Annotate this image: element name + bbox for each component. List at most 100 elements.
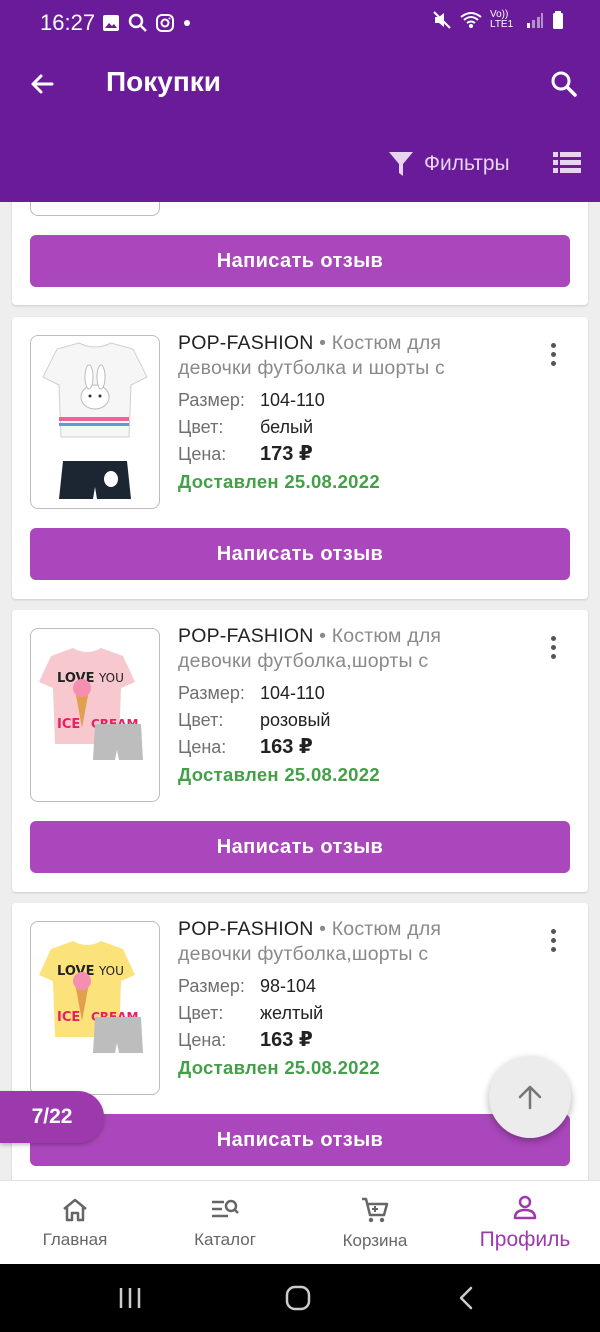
price-value: 163 ₽: [260, 736, 313, 758]
price-label: Цена:: [178, 444, 227, 464]
purchase-card: LOVE YOU ICE CREAM POP-FASHION • Костюм …: [12, 903, 588, 1180]
size-row: Размер: 98-104: [178, 973, 508, 999]
catalog-search-icon: [212, 1199, 239, 1218]
write-review-button[interactable]: Написать отзыв: [30, 1114, 570, 1166]
back-system-button[interactable]: [448, 1282, 484, 1314]
nav-item-cart[interactable]: Корзина: [300, 1181, 450, 1265]
system-navigation-bar: [0, 1264, 600, 1332]
status-bar: 16:27 Vo)) LTE1: [0, 0, 600, 44]
view-toggle-button[interactable]: [552, 148, 582, 178]
more-options-button[interactable]: [538, 925, 568, 955]
search-button[interactable]: [546, 66, 582, 102]
size-row: Размер: 104-110: [178, 680, 508, 706]
price-row: Цена: 173 ₽: [178, 441, 508, 467]
dot-icon: [184, 20, 190, 26]
wifi-icon: [460, 12, 482, 28]
product-title[interactable]: POP-FASHION • Костюм для девочки футболк…: [178, 624, 508, 674]
price-row: Цена: 163 ₽: [178, 734, 508, 760]
purchase-card: POP-FASHION • Костюм для девочки футболк…: [12, 317, 588, 599]
more-vert-icon: [550, 342, 556, 348]
product-brand: POP-FASHION: [178, 332, 314, 354]
color-row: Цвет: желтый: [178, 1000, 508, 1026]
more-options-button[interactable]: [538, 339, 568, 369]
write-review-button[interactable]: Написать отзыв: [30, 528, 570, 580]
more-vert-icon: [550, 928, 556, 934]
product-image[interactable]: LOVE YOU ICE CREAM: [30, 921, 160, 1095]
recents-button[interactable]: [112, 1282, 148, 1314]
price-row: Цена: 163 ₽: [178, 1027, 508, 1053]
purchase-card-partial: Написать отзыв: [12, 202, 588, 305]
back-button[interactable]: [22, 64, 62, 104]
color-row: Цвет: белый: [178, 414, 508, 440]
product-title[interactable]: POP-FASHION • Костюм для девочки футболк…: [178, 917, 508, 967]
list-view-icon: [553, 152, 581, 173]
product-brand: POP-FASHION: [178, 918, 314, 940]
status-time: 16:27: [40, 10, 96, 35]
price-label: Цена:: [178, 737, 227, 757]
home-system-button[interactable]: [280, 1282, 316, 1314]
tshirt-pink-image: LOVE YOU ICE CREAM: [39, 648, 143, 760]
instagram-icon: [156, 14, 174, 32]
size-label: Размер:: [178, 683, 245, 703]
purchases-list[interactable]: Написать отзыв POP-FASHION • Костюм для …: [0, 202, 600, 1180]
tshirt-yellow-image: LOVE YOU ICE CREAM: [39, 941, 143, 1053]
product-info: POP-FASHION • Костюм для девочки футболк…: [178, 624, 508, 786]
product-thumbnail: [30, 202, 160, 216]
battery-icon: [553, 11, 563, 29]
write-review-button[interactable]: Написать отзыв: [30, 821, 570, 873]
nav-label: Корзина: [342, 1231, 408, 1250]
price-label: Цена:: [178, 1030, 227, 1050]
page-title: Покупки: [106, 66, 221, 97]
scroll-top-button[interactable]: [489, 1056, 571, 1138]
purchase-card: LOVE YOU ICE CREAM POP-FASHION • Костюм …: [12, 610, 588, 892]
color-row: Цвет: розовый: [178, 707, 508, 733]
color-value: белый: [260, 417, 314, 437]
app-bar: Покупки Фильтры: [0, 44, 600, 202]
home-icon: [63, 1198, 87, 1222]
filters-label: Фильтры: [424, 152, 510, 175]
product-image[interactable]: LOVE YOU ICE CREAM: [30, 628, 160, 802]
search-notif-icon: [128, 13, 147, 32]
filters-button[interactable]: Фильтры: [388, 144, 510, 184]
size-value: 98-104: [260, 976, 317, 996]
color-label: Цвет:: [178, 710, 224, 730]
product-brand: POP-FASHION: [178, 625, 314, 647]
notification-icons: [102, 13, 192, 33]
gallery-icon: [103, 15, 119, 31]
price-value: 173 ₽: [260, 443, 313, 465]
color-value: желтый: [260, 1003, 324, 1023]
write-review-button[interactable]: Написать отзыв: [30, 235, 570, 287]
nav-label: Профиль: [479, 1228, 571, 1251]
svg-text:ICE: ICE: [57, 1010, 80, 1025]
color-label: Цвет:: [178, 417, 224, 437]
product-info: POP-FASHION • Костюм для девочки футболк…: [178, 331, 508, 493]
product-info: POP-FASHION • Костюм для девочки футболк…: [178, 917, 508, 1079]
delivery-status: Доставлен 25.08.2022: [178, 1057, 380, 1078]
product-title[interactable]: POP-FASHION • Костюм для девочки футболк…: [178, 331, 508, 381]
size-row: Размер: 104-110: [178, 387, 508, 413]
page-counter: 7/22: [0, 1091, 104, 1143]
svg-text:YOU: YOU: [98, 964, 124, 978]
size-value: 104-110: [260, 683, 325, 703]
search-icon: [551, 71, 577, 97]
nav-item-catalog[interactable]: Каталог: [150, 1181, 300, 1265]
filter-icon: [389, 152, 413, 176]
nav-label: Главная: [42, 1230, 108, 1249]
arrow-left-icon: [31, 74, 54, 94]
delivery-status: Доставлен 25.08.2022: [178, 471, 380, 492]
cart-icon: [362, 1197, 389, 1223]
product-image[interactable]: [30, 335, 160, 509]
svg-text:YOU: YOU: [98, 671, 124, 685]
color-value: розовый: [260, 710, 331, 730]
tshirt-white-image: [42, 342, 148, 499]
nav-item-profile[interactable]: Профиль: [450, 1181, 600, 1265]
home-circle-icon: [285, 1285, 311, 1311]
svg-text:ICE: ICE: [57, 717, 80, 732]
delivery-status: Доставлен 25.08.2022: [178, 764, 380, 785]
size-label: Размер:: [178, 390, 245, 410]
network-type: Vo)) LTE1: [490, 9, 514, 30]
system-status-icons: Vo)) LTE1: [432, 10, 564, 30]
nav-item-home[interactable]: Главная: [0, 1181, 150, 1265]
signal-icon: [527, 13, 543, 28]
more-options-button[interactable]: [538, 632, 568, 662]
